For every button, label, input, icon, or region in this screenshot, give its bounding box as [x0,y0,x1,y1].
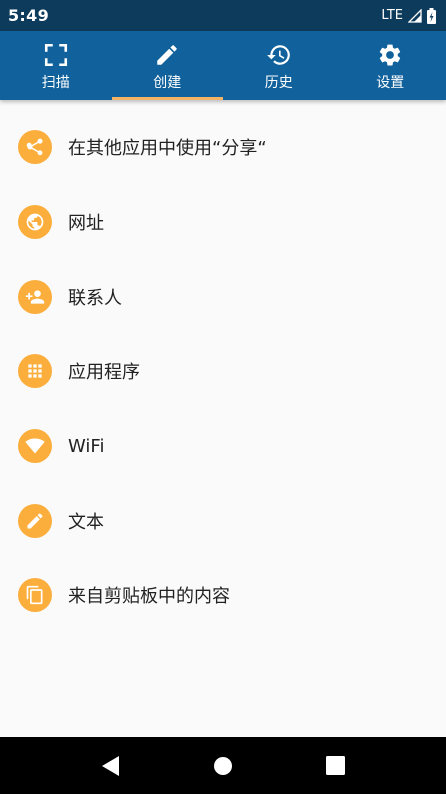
home-button[interactable] [203,746,243,786]
history-icon [266,45,290,65]
list-item-label: 在其他应用中使用“分享“ [68,138,267,160]
add-contact-icon [18,279,52,314]
home-circle-icon [214,756,232,775]
status-icons: LTE [381,7,436,24]
navigation-bar [0,737,446,794]
copy-icon [18,578,52,613]
list-item-label: 来自剪贴板中的内容 [68,586,230,608]
recents-square-icon [325,756,345,775]
tab-create[interactable]: 创建 [111,31,224,100]
create-options-list: 在其他应用中使用“分享“ 网址 联系人 应用程序 WiFi 文本 来自剪贴板中的… [0,100,446,633]
list-item-clipboard[interactable]: 来自剪贴板中的内容 [0,558,446,633]
tab-history[interactable]: 历史 [223,31,335,100]
list-item-label: 网址 [68,213,104,235]
recents-button[interactable] [315,746,355,786]
list-item-label: 应用程序 [68,362,140,384]
gear-icon [380,44,401,66]
back-button[interactable] [91,746,131,786]
network-type: LTE [381,8,403,23]
back-triangle-icon [102,755,119,776]
status-time: 5:49 [8,6,49,25]
tab-label: 历史 [264,75,293,91]
battery-icon [427,7,436,24]
pencil-icon [157,45,178,65]
tab-label: 扫描 [41,75,70,91]
tab-scan[interactable]: 扫描 [0,31,112,100]
list-item-label: 文本 [68,511,104,533]
list-item-wifi[interactable]: WiFi [0,409,446,484]
tab-settings[interactable]: 设置 [335,31,446,100]
tab-label: 设置 [376,75,405,91]
list-item-contact[interactable]: 联系人 [0,259,446,334]
apps-grid-icon [18,354,52,389]
globe-icon [18,205,52,240]
tab-bar: 扫描 创建 历史 设置 [0,31,446,100]
tab-label: 创建 [153,75,182,91]
scan-frame-icon [44,43,67,67]
list-item-text[interactable]: 文本 [0,483,446,558]
pencil-icon [18,503,52,538]
list-item-share[interactable]: 在其他应用中使用“分享“ [0,110,446,185]
list-item-label: WiFi [68,435,105,457]
wifi-icon [18,429,52,464]
status-bar: 5:49 LTE [0,0,446,31]
signal-icon [408,8,422,23]
share-icon [18,130,52,165]
list-item-apps[interactable]: 应用程序 [0,334,446,409]
list-item-url[interactable]: 网址 [0,185,446,260]
list-item-label: 联系人 [68,287,122,309]
